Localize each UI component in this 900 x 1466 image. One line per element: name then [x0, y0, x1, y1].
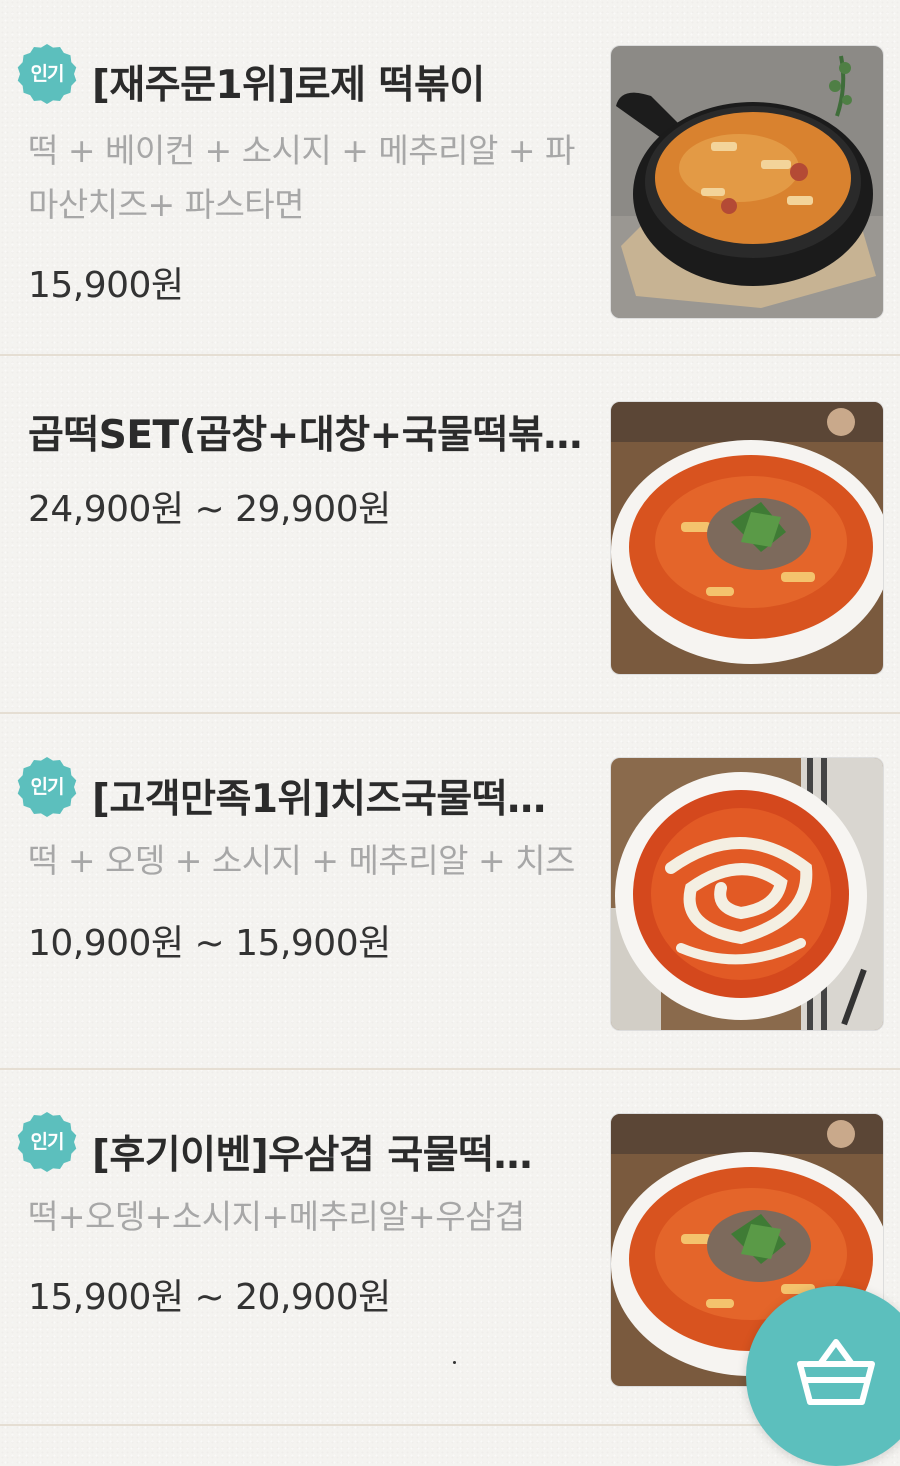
menu-item-description: 떡 + 오뎅 + 소시지 + 메추리알 + 치즈 — [28, 841, 575, 880]
menu-item-name: [후기이벤]우삼겹 국물떡… — [92, 1133, 533, 1178]
menu-item-price: 10,900원 ~ 15,900원 — [28, 923, 391, 964]
gobchang-tteokbokki-set-photo — [610, 401, 884, 675]
popular-badge: 인기 — [16, 1111, 78, 1173]
menu-item-name: [재주문1위]로제 떡볶이 — [92, 63, 485, 108]
menu-item-gobchang-set[interactable]: 곱떡SET(곱창+대창+국물떡볶… 24,900원 ~ 29,900원 — [0, 358, 900, 714]
menu-item-rose-tteokbokki[interactable]: 인기 [재주문1위]로제 떡볶이 떡 + 베이컨 + 소시지 + 메추리알 + … — [0, 0, 900, 356]
decorative-dot — [453, 1361, 456, 1364]
popular-badge-label: 인기 — [30, 776, 65, 798]
menu-item-name: [고객만족1위]치즈국물떡… — [92, 777, 546, 822]
menu-item-price: 15,900원 — [28, 265, 184, 306]
menu-item-price: 24,900원 ~ 29,900원 — [28, 489, 391, 530]
menu-item-description: 떡+오뎅+소시지+메추리알+우삼겹 — [28, 1197, 525, 1236]
menu-item-description: 떡 + 베이컨 + 소시지 + 메추리알 + 파마산치즈+ 파스타면 — [28, 131, 575, 224]
popular-badge-label: 인기 — [30, 63, 65, 85]
popular-badge-label: 인기 — [30, 1131, 65, 1153]
menu-item-price: 15,900원 ~ 20,900원 — [28, 1277, 391, 1318]
menu-item-cheese-soup-tteokbokki[interactable]: 인기 [고객만족1위]치즈국물떡… 떡 + 오뎅 + 소시지 + 메추리알 + … — [0, 714, 900, 1070]
rose-tteokbokki-photo — [610, 45, 884, 319]
cheese-soup-tteokbokki-photo — [610, 757, 884, 1031]
menu-list: 인기 [재주문1위]로제 떡볶이 떡 + 베이컨 + 소시지 + 메추리알 + … — [0, 0, 900, 1448]
popular-badge: 인기 — [16, 43, 78, 105]
shopping-basket-icon — [797, 1339, 875, 1405]
menu-item-name: 곱떡SET(곱창+대창+국물떡볶… — [28, 413, 580, 458]
popular-badge: 인기 — [16, 756, 78, 818]
